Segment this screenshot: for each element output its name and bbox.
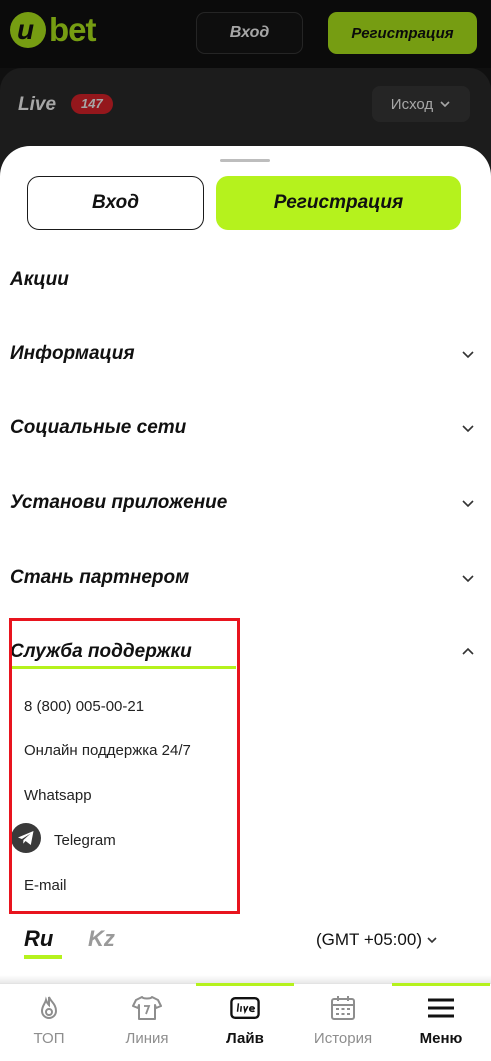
chevron-down-icon <box>462 500 474 508</box>
menu-icon <box>426 994 456 1022</box>
nav-label: Линия <box>125 1030 169 1047</box>
chevron-up-icon <box>462 647 474 655</box>
nav-live[interactable]: Лайв <box>196 983 294 1061</box>
timezone-selector[interactable]: (GMT +05:00) <box>316 930 438 950</box>
nav-label: ТОП <box>33 1030 65 1047</box>
highlight-box <box>9 618 240 914</box>
jersey-icon <box>132 994 162 1022</box>
menu-item-label: Акции <box>10 269 69 290</box>
live-icon <box>230 994 260 1022</box>
fire-icon <box>34 994 64 1022</box>
nav-label: Меню <box>419 1030 463 1047</box>
nav-history[interactable]: История <box>294 984 392 1061</box>
language-kz[interactable]: Kz <box>88 926 115 952</box>
menu-item-label: Социальные сети <box>10 417 187 438</box>
menu-item-promotions[interactable]: Акции <box>10 260 475 300</box>
chevron-down-icon <box>427 937 437 944</box>
menu-item-install-app[interactable]: Установи приложение <box>10 483 475 523</box>
nav-label: История <box>313 1030 373 1047</box>
bottom-nav-shadow <box>0 975 491 983</box>
menu-item-label: Стань партнером <box>10 567 190 588</box>
nav-active-indicator <box>196 983 294 986</box>
calendar-icon <box>328 994 358 1022</box>
chevron-down-icon <box>462 425 474 433</box>
language-ru[interactable]: Ru <box>24 926 53 952</box>
menu-item-label: Информация <box>10 343 135 364</box>
menu-sheet: Вход Регистрация Акции Информация Социал… <box>0 146 491 1061</box>
chevron-down-icon <box>462 575 474 583</box>
nav-top[interactable]: ТОП <box>0 984 98 1061</box>
sheet-drag-handle[interactable] <box>220 159 270 162</box>
login-button[interactable]: Вход <box>27 176 204 230</box>
menu-item-partner[interactable]: Стань партнером <box>10 558 475 598</box>
nav-active-indicator <box>392 983 490 986</box>
chevron-down-icon <box>462 351 474 359</box>
language-active-underline <box>24 955 62 959</box>
nav-line[interactable]: Линия <box>98 984 196 1061</box>
timezone-label: (GMT +05:00) <box>316 930 422 949</box>
register-button[interactable]: Регистрация <box>216 176 461 230</box>
nav-label: Лайв <box>226 1030 264 1047</box>
menu-item-social[interactable]: Социальные сети <box>10 408 475 448</box>
bottom-nav: ТОП Линия Лайв История Меню <box>0 983 491 1061</box>
nav-menu[interactable]: Меню <box>392 983 490 1061</box>
menu-item-information[interactable]: Информация <box>10 334 475 374</box>
menu-item-label: Установи приложение <box>10 492 228 513</box>
